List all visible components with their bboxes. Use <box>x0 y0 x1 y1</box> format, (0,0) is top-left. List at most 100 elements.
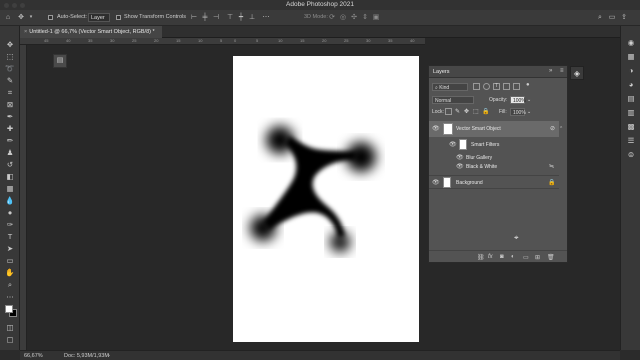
opacity-field[interactable]: 100% <box>510 96 526 104</box>
eyedropper-tool-icon[interactable]: ✒ <box>5 112 15 121</box>
lock-transparent-icon[interactable] <box>445 108 452 115</box>
layer-row-background[interactable]: 👁 Background 🔒 <box>429 175 559 189</box>
lock-all-icon[interactable]: 🔒 <box>482 108 489 115</box>
healing-brush-tool-icon[interactable]: ✚ <box>5 124 15 133</box>
ruler-vertical[interactable] <box>20 45 27 350</box>
type-tool-icon[interactable]: T <box>5 232 15 241</box>
color-icon[interactable]: ◕ <box>626 80 636 90</box>
filter-shape-icon[interactable] <box>503 83 510 90</box>
gradients-icon[interactable]: ▥ <box>626 108 636 118</box>
foreground-color-swatch[interactable] <box>5 305 13 313</box>
auto-select-target-dropdown[interactable]: Layer <box>88 13 110 22</box>
align-right-icon[interactable]: ⊣ <box>212 13 220 22</box>
3d-roll-icon[interactable]: ◎ <box>339 13 347 22</box>
properties-float-icon[interactable]: ▤ <box>53 54 67 68</box>
fill-field[interactable]: 100% <box>510 108 526 116</box>
dodge-tool-icon[interactable]: ● <box>5 208 15 217</box>
filter-row-blur-gallery[interactable]: 👁 Blur Gallery <box>429 154 559 163</box>
frame-tool-icon[interactable]: ⊠ <box>5 100 15 109</box>
document-info[interactable]: Doc: 5,93M/1,93M <box>64 353 109 359</box>
lock-pixels-icon[interactable]: ✎ <box>455 108 460 115</box>
lock-artboard-icon[interactable]: ⬚ <box>473 108 479 115</box>
swatches-icon[interactable]: ▤ <box>626 94 636 104</box>
filter-toggle-icon[interactable]: ● <box>526 82 530 88</box>
path-selection-tool-icon[interactable]: ➤ <box>5 244 15 253</box>
share-icon[interactable]: ⇪ <box>620 13 628 22</box>
eraser-tool-icon[interactable]: ◧ <box>5 172 15 181</box>
visibility-eye-icon[interactable]: 👁 <box>432 180 440 186</box>
patterns-icon[interactable]: ▩ <box>626 122 636 132</box>
screen-mode-icon[interactable]: ▢ <box>5 335 15 344</box>
filter-smart-object-icon[interactable] <box>513 83 520 90</box>
3d-scale-icon[interactable]: ▣ <box>372 13 380 22</box>
document-canvas[interactable] <box>233 56 419 342</box>
show-transform-checkbox[interactable] <box>116 15 121 20</box>
history-brush-tool-icon[interactable]: ↺ <box>5 160 15 169</box>
3d-slide-icon[interactable]: ⇕ <box>361 13 369 22</box>
quick-mask-icon[interactable]: ◫ <box>5 323 15 332</box>
artboard-tool-icon[interactable]: ⬚ <box>5 52 15 61</box>
link-layers-icon[interactable]: ⛓ <box>477 254 485 261</box>
delete-layer-icon[interactable]: 🗑 <box>547 254 555 261</box>
opacity-dropdown-icon[interactable]: ⌄ <box>527 97 531 103</box>
visibility-eye-icon[interactable]: 👁 <box>432 126 440 132</box>
libraries-icon[interactable]: ▦ <box>626 52 636 62</box>
close-tab-icon[interactable]: × <box>24 29 27 35</box>
canvas-area[interactable]: ▤ <box>27 45 425 350</box>
crop-tool-icon[interactable]: ⌗ <box>5 88 15 97</box>
add-mask-icon[interactable]: ◙ <box>500 254 504 260</box>
distribute-icon[interactable]: ⋯ <box>262 13 270 22</box>
pen-tool-icon[interactable]: ✑ <box>5 220 15 229</box>
gradient-tool-icon[interactable]: ▦ <box>5 184 15 193</box>
layer-row-vector-smart-object[interactable]: 👁 Vector Smart Object ⊘ <box>429 121 559 137</box>
collapse-panel-icon[interactable]: » <box>549 68 552 74</box>
expand-effects-icon[interactable]: ⌃ <box>559 126 563 132</box>
filter-pixel-icon[interactable] <box>473 83 480 90</box>
lock-position-icon[interactable]: ✥ <box>464 108 469 115</box>
3d-orbit-icon[interactable]: ⟳ <box>328 13 336 22</box>
layer-row-smart-filters[interactable]: 👁 Smart Filters <box>429 138 559 152</box>
3d-drag-icon[interactable]: ✣ <box>350 13 358 22</box>
fill-dropdown-icon[interactable]: ⌄ <box>527 109 531 115</box>
visibility-eye-icon[interactable]: 👁 <box>456 164 464 170</box>
layers-panel-title[interactable]: Layers <box>433 69 450 75</box>
filter-row-black-white[interactable]: 👁 Black & White ≒ <box>429 163 559 172</box>
status-menu-icon[interactable]: › <box>108 353 110 359</box>
hand-tool-icon[interactable]: ✋ <box>5 268 15 277</box>
add-layer-style-icon[interactable]: fx <box>488 254 493 260</box>
panel-menu-icon[interactable]: ≡ <box>560 68 564 74</box>
properties-icon[interactable]: ☰ <box>626 136 636 146</box>
adjustment-layer-icon[interactable]: ◐ <box>511 254 515 260</box>
align-top-icon[interactable]: ⊤ <box>226 13 234 22</box>
blur-tool-icon[interactable]: 💧 <box>5 196 15 205</box>
visibility-eye-icon[interactable]: 👁 <box>449 142 457 148</box>
home-icon[interactable]: ⌂ <box>4 13 12 22</box>
filter-blending-options-icon[interactable]: ≒ <box>549 163 554 170</box>
search-icon[interactable]: ⌕ <box>596 13 604 22</box>
adjustments-icon[interactable]: ◑ <box>626 66 636 76</box>
learn-icon[interactable]: ◉ <box>626 38 636 48</box>
align-center-icon[interactable]: ╪ <box>201 13 209 22</box>
channels-icon[interactable]: ⊜ <box>626 150 636 160</box>
blend-mode-dropdown[interactable]: Normal <box>432 96 474 104</box>
tool-preset-dropdown-icon[interactable]: ▾ <box>27 13 35 22</box>
new-group-icon[interactable]: ▭ <box>523 254 529 261</box>
document-tab[interactable]: × Untitled-1 @ 66,7% (Vector Smart Object… <box>20 26 162 38</box>
clone-stamp-tool-icon[interactable]: ♟ <box>5 148 15 157</box>
brush-tool-icon[interactable]: ✏ <box>5 136 15 145</box>
more-tools-icon[interactable]: ⋯ <box>5 292 15 301</box>
move-tool-icon[interactable]: ✥ <box>17 13 25 22</box>
align-middle-icon[interactable]: ┿ <box>237 13 245 22</box>
lasso-tool-icon[interactable]: ➰ <box>5 64 15 73</box>
new-layer-icon[interactable]: ⊞ <box>535 254 540 261</box>
quick-select-tool-icon[interactable]: ✎ <box>5 76 15 85</box>
auto-select-checkbox[interactable] <box>48 15 53 20</box>
filter-type-icon[interactable]: T <box>493 83 500 90</box>
move-tool-icon[interactable]: ✥ <box>5 40 15 49</box>
visibility-eye-icon[interactable]: 👁 <box>456 155 464 161</box>
filter-kind-dropdown[interactable]: ⌕ Kind <box>432 83 468 91</box>
layers-dock-icon[interactable]: ◈ <box>570 66 584 80</box>
zoom-tool-icon[interactable]: ⌕ <box>5 280 15 289</box>
workspace-icon[interactable]: ▭ <box>608 13 616 22</box>
zoom-level[interactable]: 66,67% <box>24 353 43 359</box>
